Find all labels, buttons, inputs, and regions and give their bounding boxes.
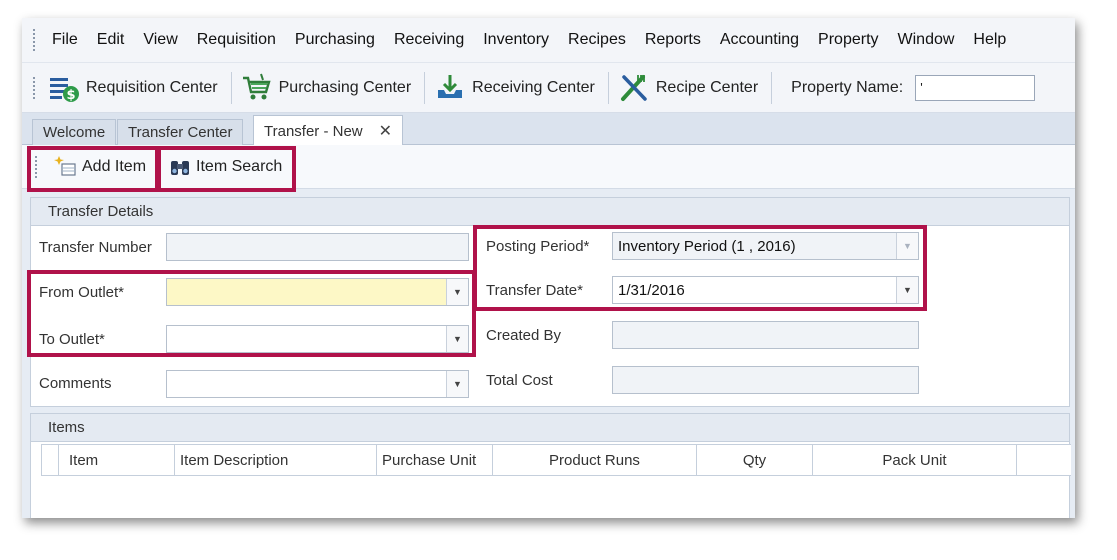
main-toolbar: $ Requisition Center Purchasing Center bbox=[22, 63, 1075, 113]
created-by-label: Created By bbox=[486, 327, 561, 344]
column-header-pack-unit[interactable]: Pack Unit bbox=[813, 445, 1017, 475]
close-icon[interactable]: ✕ bbox=[379, 121, 392, 141]
posting-period-label: Posting Period* bbox=[486, 238, 589, 255]
app-window: File Edit View Requisition Purchasing Re… bbox=[22, 18, 1075, 518]
purchasing-center-label: Purchasing Center bbox=[279, 79, 412, 97]
toolbar-separator bbox=[231, 72, 232, 104]
items-group: Items Item Item Description Purchase Uni… bbox=[30, 413, 1070, 518]
transfer-details-group: Transfer Details Transfer Number From Ou… bbox=[30, 197, 1070, 407]
menu-grip-handle[interactable] bbox=[28, 27, 42, 53]
item-search-button[interactable]: Item Search bbox=[164, 149, 286, 185]
chevron-down-icon[interactable]: ▼ bbox=[446, 326, 468, 352]
tab-welcome-label: Welcome bbox=[43, 124, 105, 141]
receiving-center-button[interactable]: Receiving Center bbox=[428, 63, 605, 112]
tab-transfer-new-label: Transfer - New bbox=[264, 123, 363, 140]
chevron-down-icon[interactable]: ▼ bbox=[446, 371, 468, 397]
menu-help[interactable]: Help bbox=[963, 18, 1015, 62]
menu-requisition[interactable]: Requisition bbox=[187, 18, 285, 62]
svg-text:$: $ bbox=[66, 88, 75, 103]
property-name-value: ' bbox=[920, 80, 922, 95]
column-header-item[interactable]: Item bbox=[59, 445, 175, 475]
column-header-qty[interactable]: Qty bbox=[697, 445, 813, 475]
menu-edit[interactable]: Edit bbox=[87, 18, 134, 62]
requisition-money-icon: $ bbox=[48, 72, 80, 104]
grid-row-indicator-header bbox=[41, 445, 59, 475]
transfer-date-value: 1/31/2016 bbox=[618, 282, 685, 299]
created-by-field[interactable] bbox=[612, 321, 919, 349]
property-name-input[interactable]: ' bbox=[915, 75, 1035, 101]
chevron-down-icon[interactable]: ▼ bbox=[446, 279, 468, 305]
purchasing-center-button[interactable]: Purchasing Center bbox=[235, 63, 422, 112]
chevron-down-icon[interactable]: ▼ bbox=[896, 233, 918, 259]
column-header-product-runs[interactable]: Product Runs bbox=[493, 445, 697, 475]
menu-bar: File Edit View Requisition Purchasing Re… bbox=[22, 18, 1075, 63]
add-item-button[interactable]: Add Item bbox=[48, 149, 150, 185]
transfer-details-header: Transfer Details bbox=[31, 198, 1069, 226]
menu-view[interactable]: View bbox=[133, 18, 186, 62]
transfer-date-label: Transfer Date* bbox=[486, 282, 583, 299]
add-item-label: Add Item bbox=[82, 158, 146, 176]
posting-period-value: Inventory Period (1 , 2016) bbox=[618, 238, 796, 255]
comments-label: Comments bbox=[39, 375, 112, 392]
menu-accounting[interactable]: Accounting bbox=[710, 18, 808, 62]
transfer-number-label: Transfer Number bbox=[39, 239, 152, 256]
fork-knife-icon bbox=[618, 72, 650, 104]
total-cost-field[interactable] bbox=[612, 366, 919, 394]
requisition-center-button[interactable]: $ Requisition Center bbox=[42, 63, 228, 112]
from-outlet-label: From Outlet* bbox=[39, 284, 124, 301]
property-name-label: Property Name: bbox=[775, 79, 915, 97]
menu-reports[interactable]: Reports bbox=[635, 18, 710, 62]
receiving-center-label: Receiving Center bbox=[472, 79, 595, 97]
menu-inventory[interactable]: Inventory bbox=[473, 18, 558, 62]
column-header-item-description[interactable]: Item Description bbox=[175, 445, 377, 475]
menu-property[interactable]: Property bbox=[808, 18, 887, 62]
tab-transfer-new[interactable]: Transfer - New ✕ bbox=[253, 115, 403, 146]
items-grid-header: Item Item Description Purchase Unit Prod… bbox=[41, 444, 1071, 476]
to-outlet-select[interactable]: ▼ bbox=[166, 325, 469, 353]
chevron-down-icon[interactable]: ▼ bbox=[896, 277, 918, 303]
toolbar-separator bbox=[608, 72, 609, 104]
from-outlet-select[interactable]: ▼ bbox=[166, 278, 469, 306]
transfer-number-field[interactable] bbox=[166, 233, 469, 261]
shopping-cart-icon bbox=[241, 72, 273, 104]
transfer-date-picker[interactable]: 1/31/2016 ▼ bbox=[612, 276, 919, 304]
column-header-extra bbox=[1017, 445, 1071, 475]
document-tab-strip: Welcome Transfer Center Transfer - New ✕ bbox=[22, 113, 1075, 145]
transfer-toolbar: Add Item Item Search bbox=[22, 145, 1075, 189]
menu-receiving[interactable]: Receiving bbox=[384, 18, 473, 62]
toolbar-grip-handle[interactable] bbox=[28, 75, 42, 101]
comments-select[interactable]: ▼ bbox=[166, 370, 469, 398]
posting-period-select[interactable]: Inventory Period (1 , 2016) ▼ bbox=[612, 232, 919, 260]
tab-welcome[interactable]: Welcome bbox=[32, 119, 116, 145]
to-outlet-label: To Outlet* bbox=[39, 331, 105, 348]
items-header: Items bbox=[31, 414, 1069, 442]
column-header-purchase-unit[interactable]: Purchase Unit bbox=[377, 445, 493, 475]
requisition-center-label: Requisition Center bbox=[86, 79, 218, 97]
tab-transfer-center-label: Transfer Center bbox=[128, 124, 232, 141]
binoculars-icon bbox=[168, 155, 192, 179]
receiving-tray-icon bbox=[434, 72, 466, 104]
toolbar-separator bbox=[771, 72, 772, 104]
recipe-center-button[interactable]: Recipe Center bbox=[612, 63, 768, 112]
tab-transfer-center[interactable]: Transfer Center bbox=[117, 119, 243, 145]
menu-purchasing[interactable]: Purchasing bbox=[285, 18, 384, 62]
item-search-label: Item Search bbox=[196, 158, 282, 176]
recipe-center-label: Recipe Center bbox=[656, 79, 758, 97]
add-item-icon bbox=[52, 154, 78, 180]
total-cost-label: Total Cost bbox=[486, 372, 553, 389]
menu-window[interactable]: Window bbox=[888, 18, 964, 62]
menu-file[interactable]: File bbox=[42, 18, 87, 62]
toolbar-separator bbox=[424, 72, 425, 104]
menu-recipes[interactable]: Recipes bbox=[558, 18, 635, 62]
transfer-toolbar-grip[interactable] bbox=[30, 154, 44, 180]
